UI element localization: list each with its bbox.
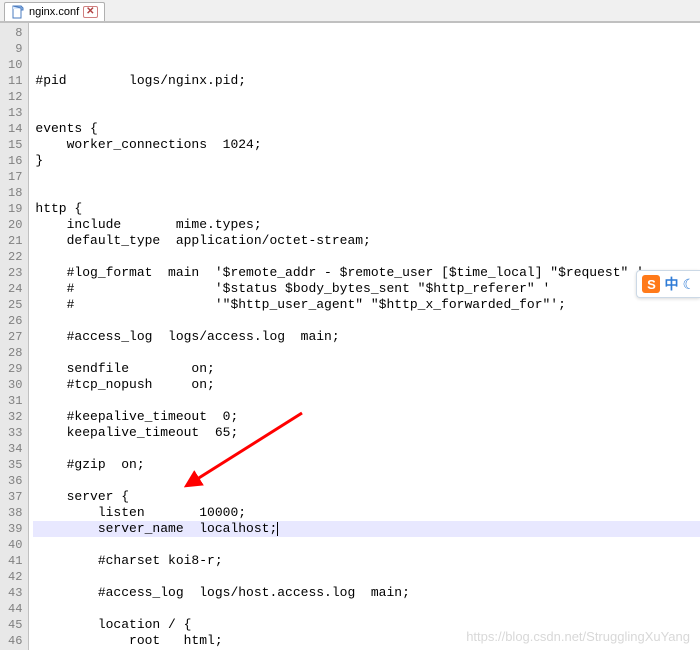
code-line: #charset koi8-r;: [33, 553, 700, 569]
code-line: [33, 89, 700, 105]
code-line: server_name localhost;: [33, 521, 700, 537]
code-line: #tcp_nopush on;: [33, 377, 700, 393]
text-cursor: [277, 522, 278, 536]
ime-toolbar[interactable]: S 中 ☾: [636, 270, 700, 298]
close-icon[interactable]: ✕: [83, 6, 97, 18]
code-line: #access_log logs/host.access.log main;: [33, 585, 700, 601]
line-number: 21: [8, 233, 22, 249]
line-number: 22: [8, 249, 22, 265]
code-line: keepalive_timeout 65;: [33, 425, 700, 441]
line-number: 33: [8, 425, 22, 441]
code-line: #keepalive_timeout 0;: [33, 409, 700, 425]
line-number: 26: [8, 313, 22, 329]
line-number: 28: [8, 345, 22, 361]
code-line: include mime.types;: [33, 217, 700, 233]
line-number: 17: [8, 169, 22, 185]
code-line: worker_connections 1024;: [33, 137, 700, 153]
line-number: 13: [8, 105, 22, 121]
line-number: 18: [8, 185, 22, 201]
line-number: 19: [8, 201, 22, 217]
line-number: 35: [8, 457, 22, 473]
code-editor[interactable]: 8910111213141516171819202122232425262728…: [0, 22, 700, 650]
line-number: 30: [8, 377, 22, 393]
code-line: #access_log logs/access.log main;: [33, 329, 700, 345]
code-line: #pid logs/nginx.pid;: [33, 73, 700, 89]
code-line: [33, 313, 700, 329]
line-number: 8: [8, 25, 22, 41]
line-number: 34: [8, 441, 22, 457]
tab-bar: nginx.conf ✕: [0, 0, 700, 22]
line-number: 37: [8, 489, 22, 505]
code-line: default_type application/octet-stream;: [33, 233, 700, 249]
line-number: 42: [8, 569, 22, 585]
code-line: [33, 105, 700, 121]
code-line: [33, 393, 700, 409]
line-number: 14: [8, 121, 22, 137]
line-number: 41: [8, 553, 22, 569]
line-number: 43: [8, 585, 22, 601]
code-line: [33, 345, 700, 361]
file-icon: [11, 5, 25, 19]
code-line: [33, 57, 700, 73]
line-number: 44: [8, 601, 22, 617]
file-tab[interactable]: nginx.conf ✕: [4, 2, 105, 21]
line-number: 10: [8, 57, 22, 73]
line-number: 46: [8, 633, 22, 649]
line-number: 16: [8, 153, 22, 169]
code-line: #gzip on;: [33, 457, 700, 473]
code-line: sendfile on;: [33, 361, 700, 377]
code-line: }: [33, 153, 700, 169]
ime-logo-icon: S: [642, 275, 660, 293]
code-line: events {: [33, 121, 700, 137]
file-tab-label: nginx.conf: [29, 6, 79, 18]
code-line: [33, 537, 700, 553]
code-line: #log_format main '$remote_addr - $remote…: [33, 265, 700, 281]
watermark-text: https://blog.csdn.net/StrugglingXuYang: [466, 629, 690, 644]
code-line: # '"$http_user_agent" "$http_x_forwarded…: [33, 297, 700, 313]
line-number: 32: [8, 409, 22, 425]
line-number: 25: [8, 297, 22, 313]
code-line: [33, 249, 700, 265]
line-number: 27: [8, 329, 22, 345]
line-number: 38: [8, 505, 22, 521]
line-number: 40: [8, 537, 22, 553]
code-line: [33, 441, 700, 457]
code-line: listen 10000;: [33, 505, 700, 521]
line-number: 45: [8, 617, 22, 633]
code-area[interactable]: #pid logs/nginx.pid; events { worker_conn…: [29, 23, 700, 650]
line-number: 24: [8, 281, 22, 297]
code-line: [33, 473, 700, 489]
ime-lang-label[interactable]: 中: [664, 274, 678, 294]
code-line: [33, 601, 700, 617]
code-line: [33, 569, 700, 585]
code-line: http {: [33, 201, 700, 217]
code-line: server {: [33, 489, 700, 505]
moon-icon[interactable]: ☾: [682, 276, 695, 293]
line-number: 23: [8, 265, 22, 281]
line-number: 39: [8, 521, 22, 537]
line-number: 12: [8, 89, 22, 105]
code-line: [33, 169, 700, 185]
line-number-gutter: 8910111213141516171819202122232425262728…: [0, 23, 29, 650]
line-number: 31: [8, 393, 22, 409]
code-line: [33, 185, 700, 201]
line-number: 29: [8, 361, 22, 377]
line-number: 9: [8, 41, 22, 57]
line-number: 11: [8, 73, 22, 89]
line-number: 20: [8, 217, 22, 233]
line-number: 36: [8, 473, 22, 489]
code-line: # '$status $body_bytes_sent "$http_refer…: [33, 281, 700, 297]
line-number: 15: [8, 137, 22, 153]
